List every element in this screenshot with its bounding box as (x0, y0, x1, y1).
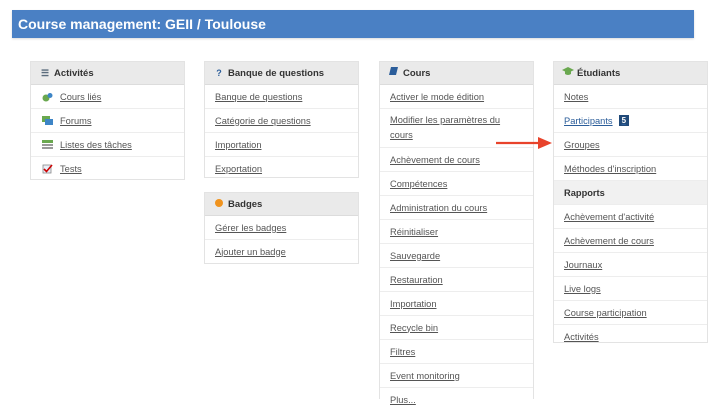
panel-etudiants-title: Étudiants (577, 68, 621, 79)
panel-banque-questions: ? Banque de questions Banque de questions… (204, 61, 359, 178)
menu-item-importation-cours[interactable]: Importation (380, 291, 533, 315)
menu-item-filtres[interactable]: Filtres (380, 339, 533, 363)
item-label: Notes (564, 91, 589, 102)
item-label: Participants (564, 115, 613, 126)
panel-activites: ☰ Activités Cours liés Forums Listes des … (30, 61, 185, 180)
item-label: Course participation (564, 307, 647, 318)
item-label: Réinitialiser (390, 226, 439, 237)
item-label: Administration du cours (390, 202, 488, 213)
menu-item-notes[interactable]: Notes (554, 85, 707, 108)
menu-item-live-logs[interactable]: Live logs (554, 276, 707, 300)
menu-item-gerer-badges[interactable]: Gérer les badges (205, 216, 358, 239)
item-label: Importation (390, 298, 437, 309)
item-label: Catégorie de questions (215, 115, 311, 126)
graduation-cap-icon (562, 62, 574, 84)
sidebar-item-listes-taches[interactable]: Listes des tâches (31, 132, 184, 156)
item-label: Forums (60, 115, 92, 126)
menu-item-restauration[interactable]: Restauration (380, 267, 533, 291)
course-management-header: Course management: GEII / Toulouse (12, 10, 694, 38)
panel-badges-title: Badges (228, 199, 263, 210)
menu-item-achevement-cours-rapport[interactable]: Achèvement de cours (554, 228, 707, 252)
question-mark-icon: ? (216, 68, 222, 78)
menu-item-categorie-questions[interactable]: Catégorie de questions (205, 108, 358, 132)
menu-item-journaux[interactable]: Journaux (554, 252, 707, 276)
badge-icon (213, 193, 225, 215)
menu-item-banque-questions[interactable]: Banque de questions (205, 85, 358, 108)
menu-item-methodes-inscription[interactable]: Méthodes d'inscription (554, 156, 707, 180)
panel-badges-header: Badges (205, 193, 358, 216)
book-icon (388, 62, 400, 84)
menu-item-administration-cours[interactable]: Administration du cours (380, 195, 533, 219)
item-label: Restauration (390, 274, 443, 285)
item-label: Activer le mode édition (390, 91, 485, 102)
panel-banque-header: ? Banque de questions (205, 62, 358, 85)
item-label: Méthodes d'inscription (564, 163, 657, 174)
sidebar-item-cours-lies[interactable]: Cours liés (31, 85, 184, 108)
menu-item-sauvegarde[interactable]: Sauvegarde (380, 243, 533, 267)
item-label: Exportation (215, 163, 263, 174)
item-label: Importation (215, 139, 262, 150)
panel-badges: Badges Gérer les badges Ajouter un badge (204, 192, 359, 264)
menu-item-ajouter-badge[interactable]: Ajouter un badge (205, 239, 358, 263)
sidebar-item-forums[interactable]: Forums (31, 108, 184, 132)
menu-item-recycle-bin[interactable]: Recycle bin (380, 315, 533, 339)
list-icon: ☰ (40, 68, 50, 78)
menu-item-importation[interactable]: Importation (205, 132, 358, 156)
section-header-rapports: Rapports (554, 180, 707, 204)
participants-count-badge: 5 (618, 115, 630, 126)
menu-item-plus[interactable]: Plus... (380, 387, 533, 411)
item-label: Compétences (390, 178, 448, 189)
section-title: Rapports (564, 187, 605, 198)
panel-banque-title: Banque de questions (228, 68, 325, 79)
menu-item-exportation[interactable]: Exportation (205, 156, 358, 180)
panel-cours: Cours Activer le mode édition Modifier l… (379, 61, 534, 405)
item-label: Gérer les badges (215, 222, 287, 233)
forum-icon (41, 115, 53, 126)
panel-cours-title: Cours (403, 68, 431, 79)
linked-courses-icon (41, 92, 53, 102)
menu-item-achevement-activite[interactable]: Achèvement d'activité (554, 204, 707, 228)
menu-item-course-participation[interactable]: Course participation (554, 300, 707, 324)
item-label: Achèvement de cours (564, 235, 654, 246)
item-label: Recycle bin (390, 322, 439, 333)
task-list-icon (41, 139, 53, 150)
item-label: Achèvement de cours (390, 154, 480, 165)
menu-item-activites-rapport[interactable]: Activités (554, 324, 707, 348)
menu-item-event-monitoring[interactable]: Event monitoring (380, 363, 533, 387)
item-label: Filtres (390, 346, 416, 357)
panel-etudiants: Étudiants Notes Participants 5 Groupes M… (553, 61, 708, 343)
quiz-icon (41, 163, 53, 174)
item-label: Plus... (390, 394, 416, 405)
item-label: Tests (60, 163, 82, 174)
menu-item-activer-edition[interactable]: Activer le mode édition (380, 85, 533, 108)
item-label: Achèvement d'activité (564, 211, 655, 222)
panel-activites-title: Activités (54, 68, 94, 79)
item-label: Event monitoring (390, 370, 460, 381)
panel-activites-header: ☰ Activités (31, 62, 184, 85)
item-label: Ajouter un badge (215, 246, 286, 257)
item-label: Listes des tâches (60, 139, 132, 150)
item-label: Cours liés (60, 91, 102, 102)
sidebar-item-tests[interactable]: Tests (31, 156, 184, 180)
menu-item-reinitialiser[interactable]: Réinitialiser (380, 219, 533, 243)
item-label: Activités (564, 331, 599, 342)
page-title: Course management: GEII / Toulouse (18, 16, 266, 32)
item-label: Live logs (564, 283, 601, 294)
item-label: Sauvegarde (390, 250, 441, 261)
item-label: Journaux (564, 259, 603, 270)
panel-cours-header: Cours (380, 62, 533, 85)
panel-etudiants-header: Étudiants (554, 62, 707, 85)
menu-item-competences[interactable]: Compétences (380, 171, 533, 195)
menu-item-participants[interactable]: Participants 5 (554, 108, 707, 132)
menu-item-groupes[interactable]: Groupes (554, 132, 707, 156)
item-label: Groupes (564, 139, 600, 150)
annotation-arrow-icon (496, 137, 552, 149)
item-label: Banque de questions (215, 91, 303, 102)
